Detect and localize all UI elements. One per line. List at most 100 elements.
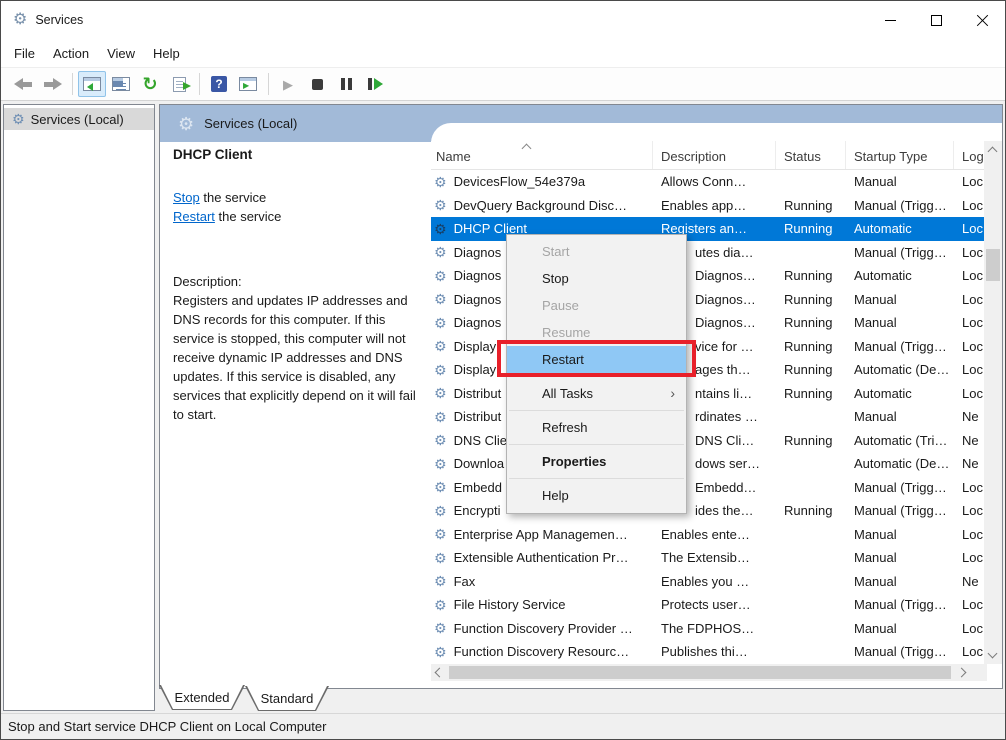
services-gear-icon: ⚙: [178, 115, 194, 133]
service-log-on-as-cell: Ne: [954, 405, 987, 429]
column-header-log-on-as[interactable]: Log: [954, 141, 987, 169]
service-status-cell: [776, 405, 846, 429]
service-gear-icon: ⚙: [434, 410, 447, 424]
restart-service-icon[interactable]: [361, 71, 389, 97]
service-description-cell: The FDPHOS…: [653, 617, 776, 641]
service-startup-type-cell: Manual (Trigg…: [846, 593, 954, 617]
service-name-cell: ⚙File History Service: [431, 593, 653, 617]
service-gear-icon: ⚙: [434, 457, 447, 471]
scroll-down-icon[interactable]: [988, 649, 998, 659]
context-menu-item-help[interactable]: Help›: [507, 482, 686, 509]
service-status-cell: Running: [776, 429, 846, 453]
table-header: Name Description Status Startup Type Log: [431, 141, 987, 170]
menu-help[interactable]: Help: [144, 42, 189, 65]
close-button[interactable]: [959, 1, 1005, 39]
selected-service-title: DHCP Client: [173, 147, 425, 162]
window-title: Services: [35, 13, 83, 27]
menu-separator: [509, 410, 684, 411]
context-menu-item-stop[interactable]: Stop›: [507, 265, 686, 292]
table-row[interactable]: ⚙File History Service Protects user… Man…: [431, 593, 987, 617]
service-log-on-as-cell: Loc: [954, 194, 987, 218]
menu-action[interactable]: Action: [44, 42, 98, 65]
refresh-icon[interactable]: ↻: [136, 71, 164, 97]
service-name-cell: ⚙Function Discovery Provider …: [431, 617, 653, 641]
service-log-on-as-cell: Loc: [954, 170, 987, 194]
service-status-cell: Running: [776, 311, 846, 335]
table-row[interactable]: ⚙Extensible Authentication Pr… The Exten…: [431, 546, 987, 570]
menu-view[interactable]: View: [98, 42, 144, 65]
toolbar: ↻ ? ▶ ▶: [1, 67, 1005, 101]
maximize-button[interactable]: [913, 1, 959, 39]
service-status-cell: [776, 640, 846, 664]
service-gear-icon: ⚙: [434, 645, 447, 659]
extended-detail-pane: DHCP Client Stop the service Restart the…: [173, 145, 425, 424]
tab-standard[interactable]: Standard: [245, 686, 329, 711]
show-action-pane-icon[interactable]: ▶: [234, 71, 262, 97]
export-list-icon[interactable]: [165, 71, 193, 97]
table-row[interactable]: ⚙DevicesFlow_54e379a Allows Conn… Manual…: [431, 170, 987, 194]
column-header-status[interactable]: Status: [776, 141, 846, 169]
service-startup-type-cell: Automatic: [846, 217, 954, 241]
table-row[interactable]: ⚙Enterprise App Managemen… Enables ente……: [431, 523, 987, 547]
service-gear-icon: ⚙: [434, 504, 447, 518]
table-row[interactable]: ⚙Function Discovery Provider … The FDPHO…: [431, 617, 987, 641]
service-log-on-as-cell: Loc: [954, 288, 987, 312]
menu-file[interactable]: File: [5, 42, 44, 65]
minimize-button[interactable]: [867, 1, 913, 39]
properties-icon[interactable]: [107, 71, 135, 97]
column-header-name[interactable]: Name: [431, 141, 653, 169]
service-log-on-as-cell: Ne: [954, 570, 987, 594]
toolbar-separator: [72, 73, 73, 95]
service-startup-type-cell: Automatic (Tri…: [846, 429, 954, 453]
table-row[interactable]: ⚙Fax Enables you … Manual Ne: [431, 570, 987, 594]
service-startup-type-cell: Manual (Trigg…: [846, 335, 954, 359]
forward-icon[interactable]: [38, 71, 66, 97]
horizontal-scrollbar-thumb[interactable]: [449, 666, 951, 679]
service-log-on-as-cell: Loc: [954, 476, 987, 500]
tree-item-services-local[interactable]: ⚙ Services (Local): [4, 108, 154, 130]
service-status-cell: [776, 452, 846, 476]
services-window: ⚙ Services File Action View Help ↻ ? ▶ ▶: [0, 0, 1006, 740]
service-log-on-as-cell: Loc: [954, 241, 987, 265]
service-gear-icon: ⚙: [434, 339, 447, 353]
service-status-cell: [776, 170, 846, 194]
table-row[interactable]: ⚙Function Discovery Resourc… Publishes t…: [431, 640, 987, 664]
service-log-on-as-cell: Ne: [954, 429, 987, 453]
service-startup-type-cell: Manual: [846, 523, 954, 547]
service-log-on-as-cell: Loc: [954, 499, 987, 523]
start-service-icon[interactable]: ▶: [274, 71, 302, 97]
service-status-cell: Running: [776, 264, 846, 288]
help-icon[interactable]: ?: [205, 71, 233, 97]
context-menu-item-all-tasks[interactable]: All Tasks›: [507, 380, 686, 407]
service-startup-type-cell: Manual: [846, 288, 954, 312]
service-log-on-as-cell: Loc: [954, 311, 987, 335]
context-menu-item-properties[interactable]: Properties›: [507, 448, 686, 475]
scroll-right-icon[interactable]: [957, 668, 967, 678]
stop-service-icon[interactable]: [303, 71, 331, 97]
context-menu-item-refresh[interactable]: Refresh›: [507, 414, 686, 441]
pane-header-title: Services (Local): [204, 116, 297, 131]
tab-extended[interactable]: Extended: [159, 685, 245, 710]
service-startup-type-cell: Manual (Trigg…: [846, 640, 954, 664]
vertical-scrollbar[interactable]: [984, 141, 1002, 664]
scroll-up-icon[interactable]: [988, 147, 998, 157]
show-console-tree-icon[interactable]: [78, 71, 106, 97]
scroll-left-icon[interactable]: [435, 668, 445, 678]
service-startup-type-cell: Manual: [846, 170, 954, 194]
column-header-description[interactable]: Description: [653, 141, 776, 169]
pause-service-icon[interactable]: [332, 71, 360, 97]
restart-service-link[interactable]: Restart: [173, 209, 215, 224]
service-status-cell: [776, 570, 846, 594]
service-status-cell: Running: [776, 217, 846, 241]
service-status-cell: [776, 523, 846, 547]
service-gear-icon: ⚙: [434, 598, 447, 612]
back-icon[interactable]: [9, 71, 37, 97]
table-row[interactable]: ⚙DevQuery Background Disc… Enables app… …: [431, 194, 987, 218]
vertical-scrollbar-thumb[interactable]: [986, 249, 1000, 281]
context-menu-item-pause: Pause›: [507, 292, 686, 319]
service-startup-type-cell: Manual (Trigg…: [846, 476, 954, 500]
column-header-startup-type[interactable]: Startup Type: [846, 141, 954, 169]
service-log-on-as-cell: Loc: [954, 640, 987, 664]
horizontal-scrollbar[interactable]: [431, 664, 987, 681]
stop-service-link[interactable]: Stop: [173, 190, 200, 205]
